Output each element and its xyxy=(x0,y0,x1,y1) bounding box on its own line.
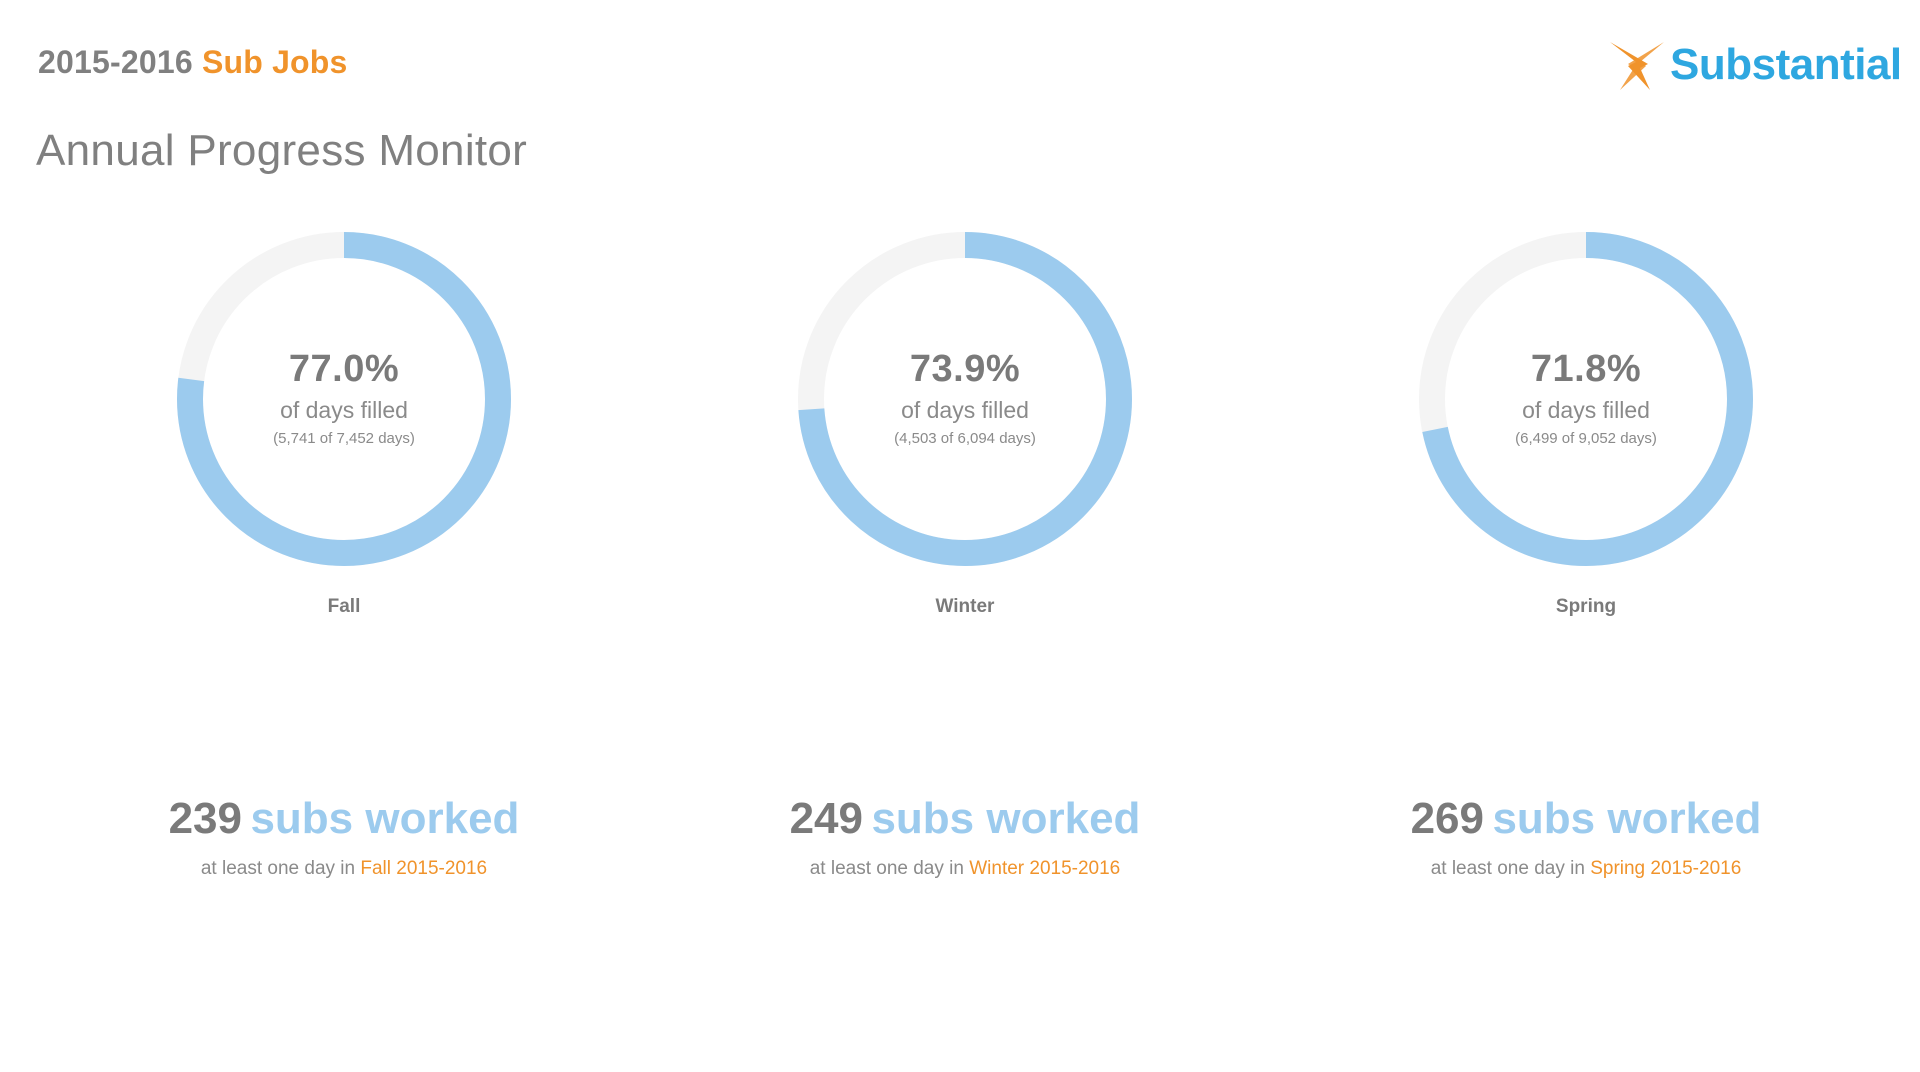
season-label: Fall xyxy=(327,596,361,617)
subs-caption-prefix: at least one day in xyxy=(809,858,964,879)
percent-value: 77.0% xyxy=(288,348,400,390)
season-winter: 73.9% of days filled (4,503 of 6,094 day… xyxy=(685,232,1245,892)
page-title: Annual Progress Monitor xyxy=(36,126,528,175)
season-label: Winter xyxy=(935,596,995,617)
subs-text: subs worked xyxy=(1492,794,1762,843)
lightning-x-icon xyxy=(1610,42,1664,90)
percent-value: 71.8% xyxy=(1530,348,1642,390)
percent-detail: (4,503 of 6,094 days) xyxy=(894,430,1036,447)
donut-chart-fall: 77.0% of days filled (5,741 of 7,452 day… xyxy=(64,232,624,566)
percent-label: of days filled xyxy=(280,397,408,423)
subs-caption: at least one day in Winter 2015-2016 xyxy=(685,858,1245,880)
subs-worked-line: 269 subs worked xyxy=(1306,794,1866,844)
season-spring: 71.8% of days filled (6,499 of 9,052 day… xyxy=(1306,232,1866,892)
percent-label: of days filled xyxy=(901,397,1029,423)
subs-count: 249 xyxy=(789,794,863,843)
logo-wordmark: Substantial xyxy=(1670,40,1902,89)
donut-chart-winter: 73.9% of days filled (4,503 of 6,094 day… xyxy=(685,232,1245,566)
percent-detail: (5,741 of 7,452 days) xyxy=(273,430,415,447)
subs-caption-period: Spring 2015-2016 xyxy=(1590,858,1742,879)
donut-chart-spring: 71.8% of days filled (6,499 of 9,052 day… xyxy=(1306,232,1866,566)
donut-center-fall: 77.0% of days filled (5,741 of 7,452 day… xyxy=(177,232,511,566)
percent-detail: (6,499 of 9,052 days) xyxy=(1515,430,1657,447)
subs-caption-period: Winter 2015-2016 xyxy=(969,858,1121,879)
report-title: 2015-2016 Sub Jobs xyxy=(38,44,348,81)
subs-text: subs worked xyxy=(871,794,1141,843)
season-fall: 77.0% of days filled (5,741 of 7,452 day… xyxy=(64,232,624,892)
subs-caption: at least one day in Spring 2015-2016 xyxy=(1306,858,1866,880)
substantial-logo: Substantial xyxy=(1606,38,1902,94)
percent-label: of days filled xyxy=(1522,397,1650,423)
subs-text: subs worked xyxy=(250,794,520,843)
subs-caption: at least one day in Fall 2015-2016 xyxy=(64,858,624,880)
subs-caption-period: Fall 2015-2016 xyxy=(360,858,488,879)
donut-center-winter: 73.9% of days filled (4,503 of 6,094 day… xyxy=(798,232,1132,566)
subs-caption-prefix: at least one day in xyxy=(200,858,356,879)
subs-count: 239 xyxy=(168,794,242,843)
percent-value: 73.9% xyxy=(909,348,1021,390)
season-label: Spring xyxy=(1555,596,1617,617)
subs-caption-prefix: at least one day in xyxy=(1430,858,1585,879)
report-title-accent: Sub Jobs xyxy=(201,44,348,80)
subs-count: 269 xyxy=(1410,794,1484,843)
subs-worked-line: 249 subs worked xyxy=(685,794,1245,844)
report-year: 2015-2016 xyxy=(38,44,193,80)
donut-center-spring: 71.8% of days filled (6,499 of 9,052 day… xyxy=(1419,232,1753,566)
subs-worked-line: 239 subs worked xyxy=(64,794,624,844)
